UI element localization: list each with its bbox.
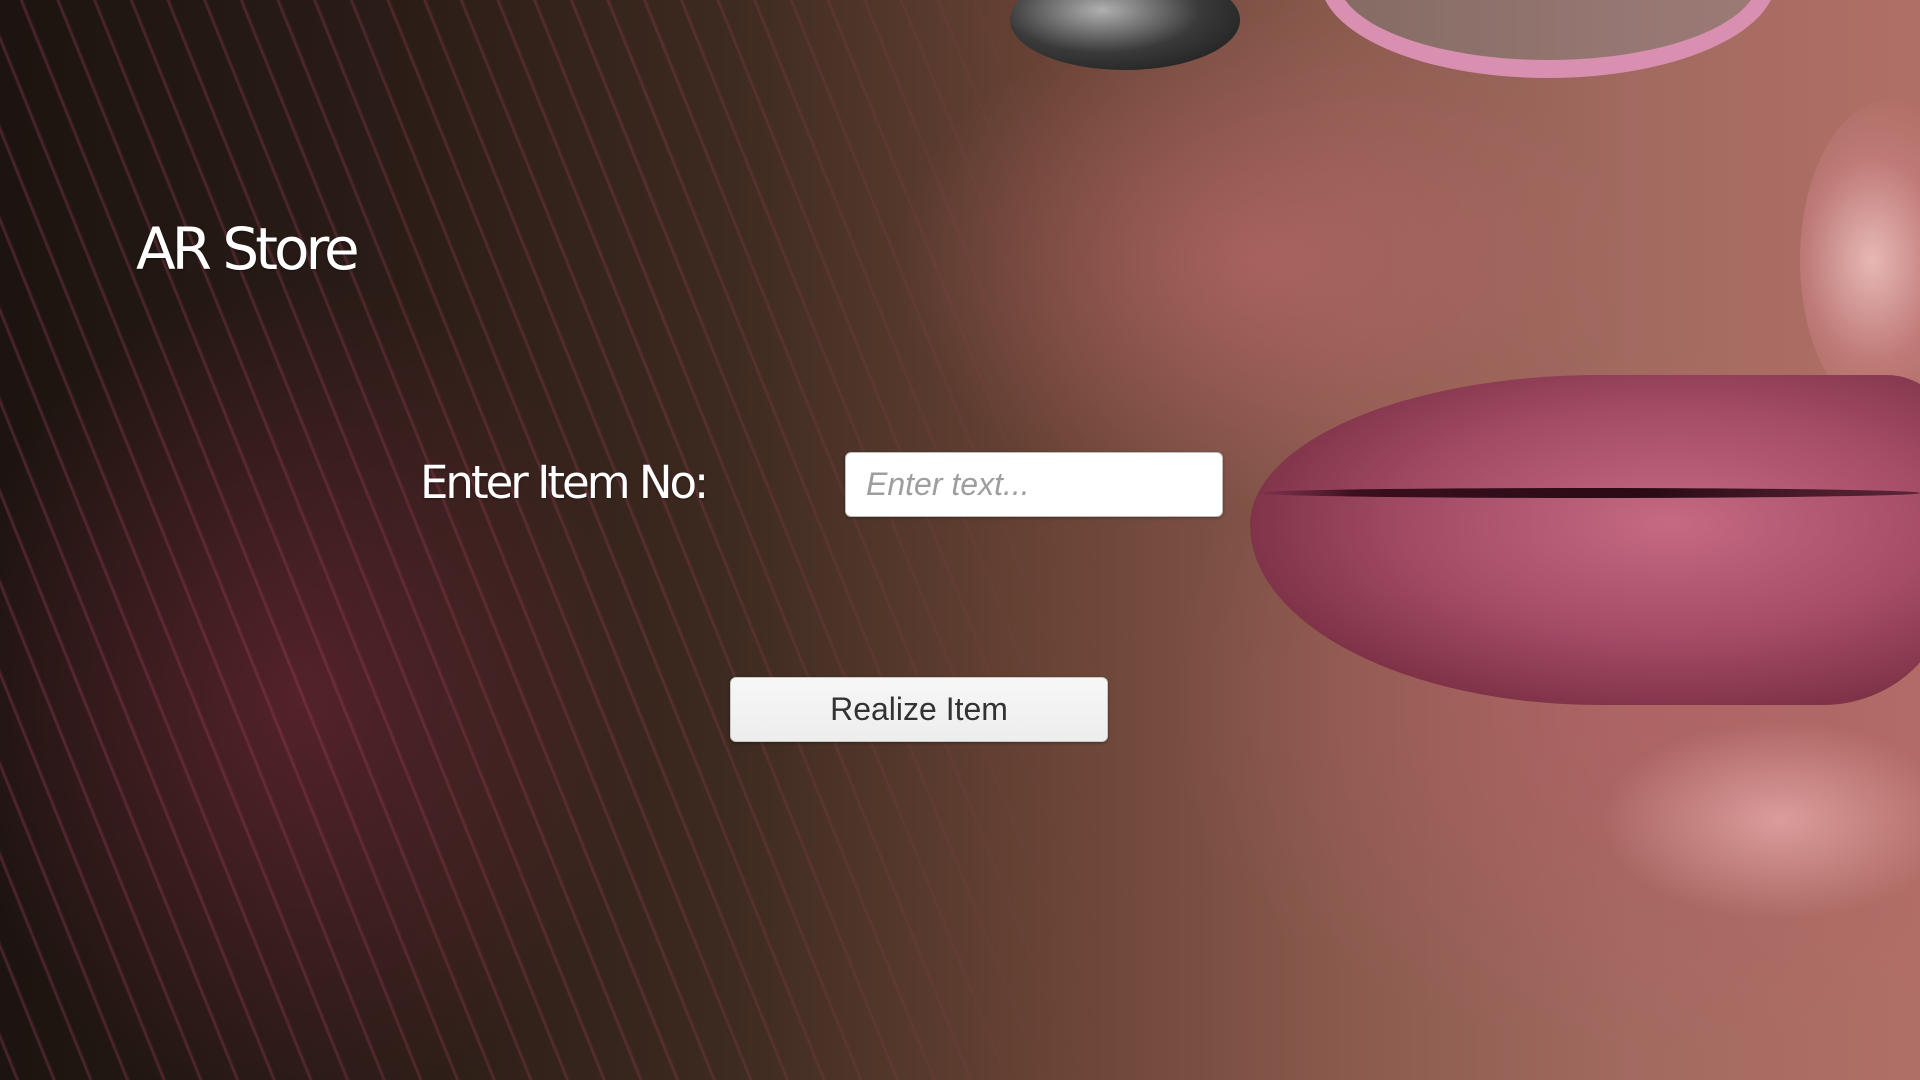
- nose-highlight: [1800, 100, 1920, 420]
- background-photo: [0, 0, 1920, 1080]
- item-number-label: Enter Item No:: [420, 456, 709, 509]
- hair-area: [0, 0, 1100, 1080]
- glasses-lens: [1320, 0, 1776, 78]
- item-number-input[interactable]: [845, 452, 1223, 517]
- app-title: AR Store: [136, 215, 360, 283]
- lips: [1250, 375, 1920, 705]
- lip-line: [1255, 488, 1920, 498]
- chin-highlight: [1600, 720, 1920, 920]
- realize-item-button[interactable]: Realize Item: [730, 677, 1108, 742]
